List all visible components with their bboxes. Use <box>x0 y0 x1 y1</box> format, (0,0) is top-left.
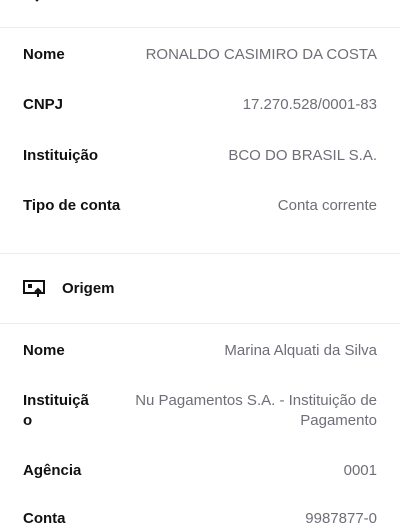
destino-row-instituicao: Instituição BCO DO BRASIL S.A. <box>0 145 400 167</box>
section-title: Origem <box>62 280 115 297</box>
row-value: 17.270.528/0001-83 <box>242 96 377 113</box>
destino-row-nome: Nome RONALDO CASIMIRO DA COSTA <box>0 44 400 66</box>
row-value: 0001 <box>343 462 377 479</box>
row-value: Conta corrente <box>277 197 377 214</box>
origem-section-header: Origem <box>0 254 400 324</box>
row-value-line2: Pagamento <box>300 412 377 429</box>
row-label: Instituição <box>23 147 99 164</box>
origem-row-agencia: Agência 0001 <box>0 460 400 482</box>
row-value-line1: Nu Pagamentos S.A. - Instituição de <box>135 392 377 409</box>
row-value: BCO DO BRASIL S.A. <box>228 147 377 164</box>
row-label: Tipo de conta <box>23 197 121 214</box>
row-value: 9987877-0 <box>305 510 377 527</box>
row-value: Marina Alquati da Silva <box>224 342 377 359</box>
row-label: Nome <box>23 342 65 359</box>
row-label: Conta <box>23 510 66 527</box>
destino-row-tipo-conta: Tipo de conta Conta corrente <box>0 195 400 217</box>
row-label-line1: Instituiçã <box>23 392 89 409</box>
origem-row-instituicao: Instituiçã o Nu Pagamentos S.A. - Instit… <box>0 390 400 434</box>
origem-row-conta: Conta 9987877-0 <box>0 508 400 530</box>
row-label: Nome <box>23 46 65 63</box>
divider <box>0 323 400 324</box>
row-label: CNPJ <box>23 96 64 113</box>
top-strip <box>0 0 400 28</box>
row-label-line2: o <box>23 412 33 429</box>
destino-row-cnpj: CNPJ 17.270.528/0001-83 <box>0 94 400 116</box>
row-value: RONALDO CASIMIRO DA COSTA <box>145 46 377 63</box>
chevron-down-icon <box>35 0 39 2</box>
screen-upload-icon <box>23 280 45 297</box>
row-label: Agência <box>23 462 82 479</box>
origem-row-nome: Nome Marina Alquati da Silva <box>0 340 400 362</box>
